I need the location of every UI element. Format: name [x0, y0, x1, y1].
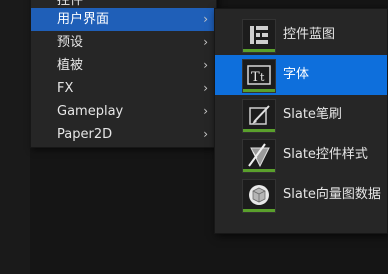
- chevron-right-icon: ›: [203, 35, 208, 49]
- menu-item-paper2d[interactable]: Paper2D ›: [31, 123, 216, 146]
- font-icon: T t: [242, 59, 276, 93]
- submenu-item-label: 字体: [283, 67, 310, 82]
- submenu-item-slate-brush[interactable]: Slate笔刷: [215, 95, 387, 135]
- slate-vector-art-icon: [242, 179, 276, 213]
- context-menu: 控件 用户界面 › 预设 › 植被 › FX › Gameplay › Pape…: [30, 0, 217, 148]
- submenu-item-label: 控件蓝图: [283, 27, 336, 42]
- svg-text:T: T: [251, 70, 260, 85]
- chevron-right-icon: ›: [203, 127, 208, 141]
- submenu-item-widget-blueprint[interactable]: 控件蓝图: [215, 15, 387, 55]
- menu-item-label: 植被: [57, 58, 84, 73]
- menu-item-foliage[interactable]: 植被 ›: [31, 54, 216, 77]
- svg-text:t: t: [260, 71, 265, 84]
- submenu-item-label: Slate向量图数据: [283, 187, 381, 202]
- menu-item-presets[interactable]: 预设 ›: [31, 31, 216, 54]
- asset-type-bar: [243, 169, 275, 172]
- menu-item-label: FX: [57, 81, 74, 96]
- submenu-item-label: Slate控件样式: [283, 147, 368, 162]
- menu-item-user-interface[interactable]: 用户界面 ›: [31, 8, 216, 31]
- submenu-item-slate-vector-art[interactable]: Slate向量图数据: [215, 175, 387, 215]
- menu-item-label: Gameplay: [57, 104, 124, 119]
- menu-item-label: Paper2D: [57, 127, 113, 142]
- chevron-right-icon: ›: [203, 104, 208, 118]
- submenu-item-label: Slate笔刷: [283, 107, 342, 122]
- asset-type-bar: [243, 49, 275, 52]
- submenu-item-slate-widget-style[interactable]: Slate控件样式: [215, 135, 387, 175]
- editor-background: 控件 用户界面 › 预设 › 植被 › FX › Gameplay › Pape…: [0, 0, 388, 274]
- slate-brush-icon: [242, 99, 276, 133]
- chevron-right-icon: ›: [203, 81, 208, 95]
- left-panel-strip: [0, 0, 30, 274]
- submenu-item-font[interactable]: T t 字体: [215, 55, 387, 95]
- user-interface-submenu: 控件蓝图 T t 字体 Slate笔刷 Slate控件样式 Slate向量图数据: [214, 8, 388, 234]
- chevron-right-icon: ›: [203, 58, 208, 72]
- menu-item-label: 预设: [57, 35, 84, 50]
- menu-item-label: 用户界面: [57, 12, 110, 27]
- asset-type-bar: [243, 209, 275, 212]
- chevron-right-icon: ›: [203, 12, 208, 26]
- asset-type-bar: [243, 89, 275, 92]
- menu-item-gameplay[interactable]: Gameplay ›: [31, 100, 216, 123]
- asset-type-bar: [243, 129, 275, 132]
- widget-blueprint-icon: [242, 19, 276, 53]
- menu-item-fx[interactable]: FX ›: [31, 77, 216, 100]
- slate-widget-style-icon: [242, 139, 276, 173]
